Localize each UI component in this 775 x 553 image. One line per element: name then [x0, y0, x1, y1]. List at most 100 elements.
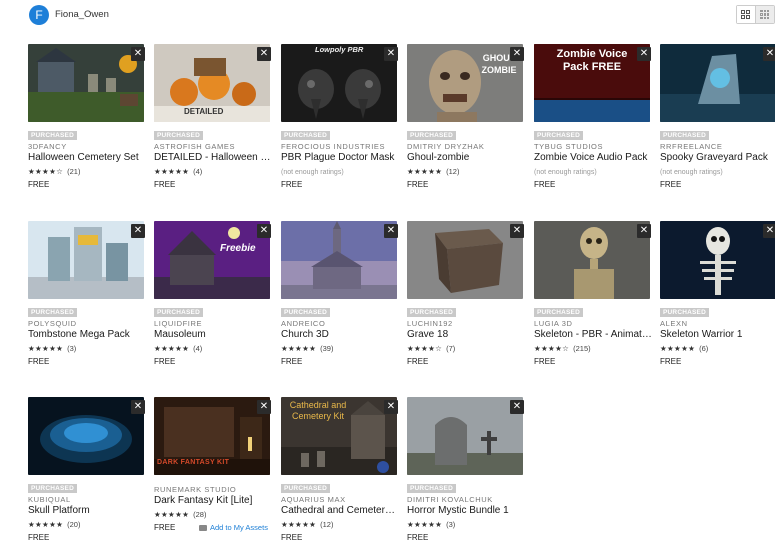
- remove-icon[interactable]: ✕: [384, 400, 398, 414]
- price: FREE: [660, 357, 682, 366]
- remove-icon[interactable]: ✕: [257, 400, 271, 414]
- star-rating-icon: ★★★★★: [660, 344, 696, 353]
- asset-card[interactable]: Lowpoly PBR ✕ PURCHASED FEROCIOUS INDUST…: [281, 44, 399, 214]
- purchased-badge: PURCHASED: [660, 308, 709, 317]
- grid-view-button[interactable]: [737, 6, 756, 23]
- asset-title[interactable]: Grave 18: [407, 329, 525, 340]
- add-to-my-assets-link[interactable]: Add to My Assets: [199, 523, 268, 532]
- asset-thumbnail[interactable]: [281, 221, 397, 299]
- publisher-link[interactable]: AQUARIUS MAX: [281, 495, 346, 504]
- publisher-link[interactable]: LIQUIDFIRE: [154, 319, 202, 328]
- publisher-link[interactable]: ANDREICO: [281, 319, 325, 328]
- asset-thumbnail[interactable]: Cathedral and Cemetery Kit: [281, 397, 397, 475]
- asset-title[interactable]: Dark Fantasy Kit [Lite]: [154, 495, 272, 506]
- asset-card[interactable]: GHOUL ZOMBIE ✕ PURCHASED DMITRIY DRYZHAK…: [407, 44, 525, 214]
- remove-icon[interactable]: ✕: [384, 47, 398, 61]
- asset-thumbnail[interactable]: [407, 397, 523, 475]
- asset-title[interactable]: Skull Platform: [28, 505, 146, 516]
- asset-thumbnail[interactable]: Zombie Voice Pack FREE: [534, 44, 650, 122]
- remove-icon[interactable]: ✕: [763, 47, 775, 61]
- asset-card[interactable]: ✕ PURCHASED KUBIQUAL Skull Platform ★★★★…: [28, 397, 146, 553]
- publisher-link[interactable]: FEROCIOUS INDUSTRIES: [281, 142, 385, 151]
- remove-icon[interactable]: ✕: [637, 224, 651, 238]
- asset-thumbnail[interactable]: DARK FANTASY KIT: [154, 397, 270, 475]
- asset-title[interactable]: Zombie Voice Audio Pack: [534, 152, 652, 163]
- price: FREE: [660, 180, 682, 189]
- asset-title[interactable]: Horror Mystic Bundle 1: [407, 505, 525, 516]
- remove-icon[interactable]: ✕: [384, 224, 398, 238]
- compact-view-button[interactable]: [755, 6, 774, 23]
- asset-title[interactable]: Church 3D: [281, 329, 399, 340]
- publisher-link[interactable]: ASTROFISH GAMES: [154, 142, 235, 151]
- remove-icon[interactable]: ✕: [257, 224, 271, 238]
- remove-icon[interactable]: ✕: [510, 400, 524, 414]
- asset-thumbnail[interactable]: [28, 221, 144, 299]
- remove-icon[interactable]: ✕: [510, 47, 524, 61]
- asset-card[interactable]: ✕ PURCHASED 3DFANCY Halloween Cemetery S…: [28, 44, 146, 214]
- asset-title[interactable]: Ghoul-zombie: [407, 152, 525, 163]
- asset-card[interactable]: ✕ PURCHASED LUGIA 3D Skeleton - PBR - An…: [534, 221, 652, 391]
- asset-thumbnail[interactable]: [28, 397, 144, 475]
- star-rating-icon: ★★★★★: [154, 344, 190, 353]
- remove-icon[interactable]: ✕: [131, 224, 145, 238]
- publisher-link[interactable]: LUCHIN192: [407, 319, 453, 328]
- rating: ★★★★★ (28): [154, 510, 206, 519]
- purchased-badge: PURCHASED: [534, 131, 583, 140]
- star-rating-icon: ★★★★★: [154, 167, 190, 176]
- asset-title[interactable]: Halloween Cemetery Set: [28, 152, 146, 163]
- asset-title[interactable]: Cathedral and Cemetery Kit: [281, 505, 399, 516]
- thumbnail-text: Lowpoly PBR: [315, 45, 364, 54]
- asset-title[interactable]: Skeleton Warrior 1: [660, 329, 775, 340]
- asset-title[interactable]: Skeleton - PBR - Animated: [534, 329, 652, 340]
- remove-icon[interactable]: ✕: [131, 47, 145, 61]
- asset-thumbnail[interactable]: Lowpoly PBR: [281, 44, 397, 122]
- remove-icon[interactable]: ✕: [763, 224, 775, 238]
- asset-title[interactable]: PBR Plague Doctor Mask: [281, 152, 399, 163]
- publisher-link[interactable]: DIMITRI KOVALCHUK: [407, 495, 493, 504]
- remove-icon[interactable]: ✕: [510, 224, 524, 238]
- asset-thumbnail[interactable]: Freebie: [154, 221, 270, 299]
- asset-title[interactable]: Spooky Graveyard Pack: [660, 152, 775, 163]
- asset-card[interactable]: ✕ PURCHASED ALEXN Skeleton Warrior 1 ★★★…: [660, 221, 775, 391]
- asset-thumbnail[interactable]: DETAILED: [154, 44, 270, 122]
- asset-title[interactable]: Mausoleum: [154, 329, 272, 340]
- asset-card[interactable]: DETAILED ✕ PURCHASED ASTROFISH GAMES DET…: [154, 44, 272, 214]
- rating: (not enough ratings): [534, 167, 597, 176]
- asset-card[interactable]: ✕ PURCHASED DIMITRI KOVALCHUK Horror Mys…: [407, 397, 525, 553]
- remove-icon[interactable]: ✕: [637, 47, 651, 61]
- rating: ★★★★★ (3): [28, 344, 76, 353]
- rating-count: (39): [320, 344, 334, 353]
- asset-thumbnail[interactable]: [660, 221, 775, 299]
- publisher-link[interactable]: RRFREELANCE: [660, 142, 722, 151]
- asset-card[interactable]: ✕ PURCHASED RRFREELANCE Spooky Graveyard…: [660, 44, 775, 214]
- publisher-link[interactable]: LUGIA 3D: [534, 319, 573, 328]
- asset-card[interactable]: ✕ PURCHASED ANDREICO Church 3D ★★★★★ (39)…: [281, 221, 399, 391]
- purchased-badge: PURCHASED: [154, 131, 203, 140]
- asset-thumbnail[interactable]: GHOUL ZOMBIE: [407, 44, 523, 122]
- avatar[interactable]: F: [29, 5, 49, 25]
- publisher-link[interactable]: ALEXN: [660, 319, 688, 328]
- asset-card[interactable]: Cathedral and Cemetery Kit ✕ PURCHASED A…: [281, 397, 399, 553]
- publisher-link[interactable]: DMITRIY DRYZHAK: [407, 142, 484, 151]
- publisher-link[interactable]: TYBUG STUDIOS: [534, 142, 603, 151]
- remove-icon[interactable]: ✕: [257, 47, 271, 61]
- asset-title[interactable]: DETAILED - Halloween Props Vol.1: [154, 152, 272, 163]
- purchased-badge: PURCHASED: [407, 484, 456, 493]
- star-rating-icon: ★★★★☆: [407, 344, 443, 353]
- asset-card[interactable]: Freebie ✕ PURCHASED LIQUIDFIRE Mausoleum…: [154, 221, 272, 391]
- asset-card[interactable]: ✕ PURCHASED LUCHIN192 Grave 18 ★★★★☆ (7) …: [407, 221, 525, 391]
- asset-title[interactable]: Tombstone Mega Pack: [28, 329, 146, 340]
- asset-thumbnail[interactable]: [28, 44, 144, 122]
- remove-icon[interactable]: ✕: [131, 400, 145, 414]
- publisher-link[interactable]: 3DFANCY: [28, 142, 67, 151]
- price: FREE: [28, 357, 50, 366]
- asset-card[interactable]: DARK FANTASY KIT ✕ RUNEMARK STUDIO Dark …: [154, 397, 272, 553]
- asset-thumbnail[interactable]: [660, 44, 775, 122]
- publisher-link[interactable]: KUBIQUAL: [28, 495, 71, 504]
- asset-thumbnail[interactable]: [534, 221, 650, 299]
- publisher-link[interactable]: RUNEMARK STUDIO: [154, 485, 236, 494]
- asset-card[interactable]: ✕ PURCHASED POLYSQUID Tombstone Mega Pac…: [28, 221, 146, 391]
- asset-card[interactable]: Zombie Voice Pack FREE ✕ PURCHASED TYBUG…: [534, 44, 652, 214]
- publisher-link[interactable]: POLYSQUID: [28, 319, 77, 328]
- asset-thumbnail[interactable]: [407, 221, 523, 299]
